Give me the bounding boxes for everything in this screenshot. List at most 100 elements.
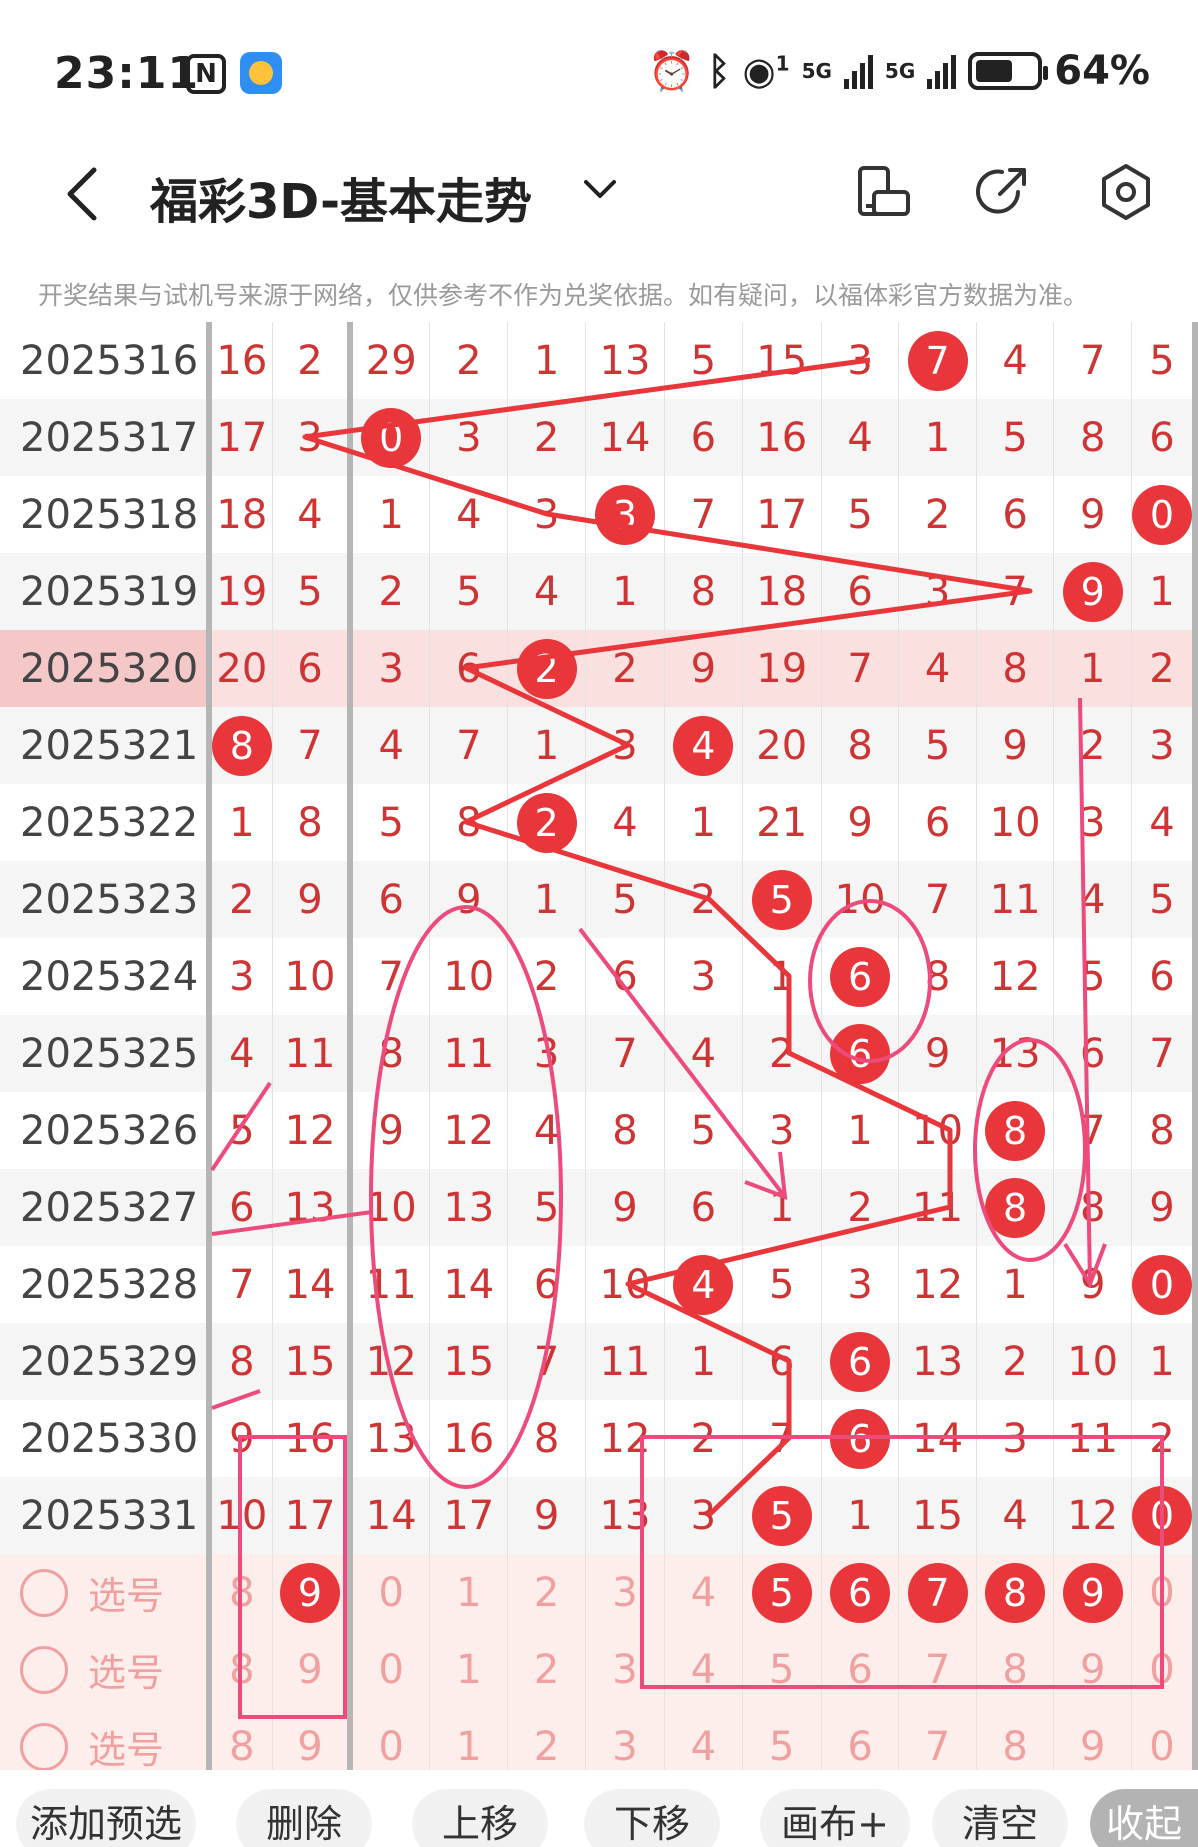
grid-cell: 6: [350, 861, 431, 938]
settings-icon[interactable]: [1096, 162, 1156, 222]
hit-ball: 5: [751, 1562, 812, 1623]
grid-cell: 3: [821, 322, 900, 399]
grid-cell: 9: [664, 630, 743, 707]
hit-ball: 3: [594, 484, 655, 545]
radio-icon[interactable]: [20, 1645, 68, 1694]
canvas-add-button[interactable]: 画布+: [760, 1789, 910, 1847]
grid-cell: 20: [208, 630, 273, 707]
grid-cell[interactable]: 9: [1053, 1631, 1132, 1708]
grid-cell[interactable]: 1: [429, 1631, 509, 1708]
grid-cell[interactable]: 5: [742, 1554, 822, 1631]
chevron-down-icon[interactable]: [582, 176, 618, 204]
grid-cell[interactable]: 0: [350, 1631, 431, 1708]
grid-cell: 1: [821, 1092, 900, 1169]
move-up-button[interactable]: 上移: [412, 1789, 548, 1847]
hit-ball: 7: [907, 1562, 968, 1623]
grid-cell[interactable]: 1: [429, 1708, 509, 1770]
grid-cell[interactable]: 7: [898, 1554, 977, 1631]
grid-cell: 8: [585, 1092, 666, 1169]
page-title[interactable]: 福彩3D-基本走势: [150, 162, 532, 232]
grid-cell[interactable]: 9: [1053, 1554, 1132, 1631]
grid-cell[interactable]: 2: [507, 1554, 586, 1631]
grid-cell: 15: [272, 1323, 354, 1400]
share-icon[interactable]: [972, 162, 1032, 222]
grid-cell: 2: [976, 1323, 1055, 1400]
battery-icon: [968, 52, 1049, 90]
grid-cell[interactable]: 0: [1131, 1554, 1198, 1631]
grid-cell[interactable]: 1: [429, 1554, 509, 1631]
move-down-button[interactable]: 下移: [584, 1789, 720, 1847]
grid-cell[interactable]: 2: [507, 1708, 586, 1770]
grid-cell[interactable]: 4: [664, 1554, 743, 1631]
grid-cell: 17: [742, 476, 822, 553]
radio-icon[interactable]: [20, 1722, 68, 1770]
grid-cell: 8: [821, 707, 900, 784]
grid-cell[interactable]: 8: [976, 1708, 1055, 1770]
grid-cell[interactable]: 6: [821, 1554, 900, 1631]
grid-cell[interactable]: 5: [742, 1708, 822, 1770]
grid-cell[interactable]: 4: [664, 1708, 743, 1770]
grid-cell[interactable]: 8: [976, 1631, 1055, 1708]
grid-cell[interactable]: 3: [585, 1554, 666, 1631]
grid-cell[interactable]: 4: [664, 1631, 743, 1708]
grid-cell[interactable]: 7: [898, 1708, 977, 1770]
grid-cell[interactable]: 8: [208, 1631, 273, 1708]
pick-radio[interactable]: 选号: [0, 1631, 212, 1708]
grid-cell[interactable]: 0: [350, 1708, 431, 1770]
back-icon[interactable]: [60, 166, 104, 222]
grid-cell: 1: [821, 1477, 900, 1554]
add-preselect-button[interactable]: 添加预选: [16, 1789, 196, 1847]
grid-cell: 1: [664, 1323, 743, 1400]
hit-ball: 2: [516, 638, 577, 699]
clear-button[interactable]: 清空: [932, 1789, 1068, 1847]
grid-cell[interactable]: 6: [821, 1631, 900, 1708]
grid-cell[interactable]: 3: [585, 1631, 666, 1708]
grid-cell: 0: [350, 399, 431, 476]
grid-cell[interactable]: 8: [976, 1554, 1055, 1631]
disclaimer-text: 开奖结果与试机号来源于网络，仅供参考不作为兑奖依据。如有疑问，以福体彩官方数据为…: [38, 281, 1089, 310]
grid-cell[interactable]: 8: [208, 1708, 273, 1770]
collapse-button[interactable]: 收起: [1090, 1789, 1198, 1847]
grid-cell: 6: [821, 1400, 900, 1477]
grid-cell[interactable]: 9: [272, 1554, 354, 1631]
pick-radio[interactable]: 选号: [0, 1708, 212, 1770]
grid-cell: 4: [507, 1092, 586, 1169]
trend-grid[interactable]: 2025316 16 2 29 2 1 13 5 15 3 7 4 7 5 2025317 17 3 0 3 2 14 6…: [0, 322, 1198, 1770]
grid-cell[interactable]: 0: [1131, 1631, 1198, 1708]
radio-icon[interactable]: [20, 1568, 68, 1617]
grid-cell[interactable]: 9: [272, 1631, 354, 1708]
table-row: 2025329 8 15 12 15 7 11 1 6 6 13 2 10 1: [0, 1323, 1198, 1400]
grid-cell[interactable]: 9: [1053, 1708, 1132, 1770]
grid-cell: 8: [976, 1169, 1055, 1246]
pick-row[interactable]: 选号 8 9 0 1 2 3 4 5 6 7 8 9 0: [0, 1708, 1198, 1770]
delete-button[interactable]: 删除: [236, 1789, 372, 1847]
grid-cell[interactable]: 8: [208, 1554, 273, 1631]
grid-cell: 5: [742, 1246, 822, 1323]
grid-cell: 1: [1053, 630, 1132, 707]
grid-cell[interactable]: 0: [350, 1554, 431, 1631]
grid-cell[interactable]: 9: [272, 1708, 354, 1770]
grid-cell[interactable]: 5: [742, 1631, 822, 1708]
grid-cell: 1: [350, 476, 431, 553]
grid-cell: 3: [664, 938, 743, 1015]
grid-cell: 21: [742, 784, 822, 861]
grid-cell[interactable]: 2: [507, 1631, 586, 1708]
grid-cell: 12: [350, 1323, 431, 1400]
pick-row[interactable]: 选号 8 9 0 1 2 3 4 5 6 7 8 9 0: [0, 1554, 1198, 1631]
grid-cell: 5: [1131, 861, 1198, 938]
pick-radio[interactable]: 选号: [0, 1554, 212, 1631]
grid-cell[interactable]: 3: [585, 1708, 666, 1770]
issue-number: 2025321: [0, 707, 212, 784]
grid-cell: 3: [585, 476, 666, 553]
grid-cell[interactable]: 0: [1131, 1708, 1198, 1770]
grid-cell: 0: [1131, 476, 1198, 553]
grid-cell: 2: [664, 861, 743, 938]
grid-cell: 4: [664, 1246, 743, 1323]
grid-cell: 15: [429, 1323, 509, 1400]
grid-cell: 6: [821, 1015, 900, 1092]
grid-cell[interactable]: 6: [821, 1708, 900, 1770]
grid-cell[interactable]: 7: [898, 1631, 977, 1708]
grid-cell: 7: [507, 1323, 586, 1400]
orientation-icon[interactable]: [854, 162, 914, 222]
pick-row[interactable]: 选号 8 9 0 1 2 3 4 5 6 7 8 9 0: [0, 1631, 1198, 1708]
